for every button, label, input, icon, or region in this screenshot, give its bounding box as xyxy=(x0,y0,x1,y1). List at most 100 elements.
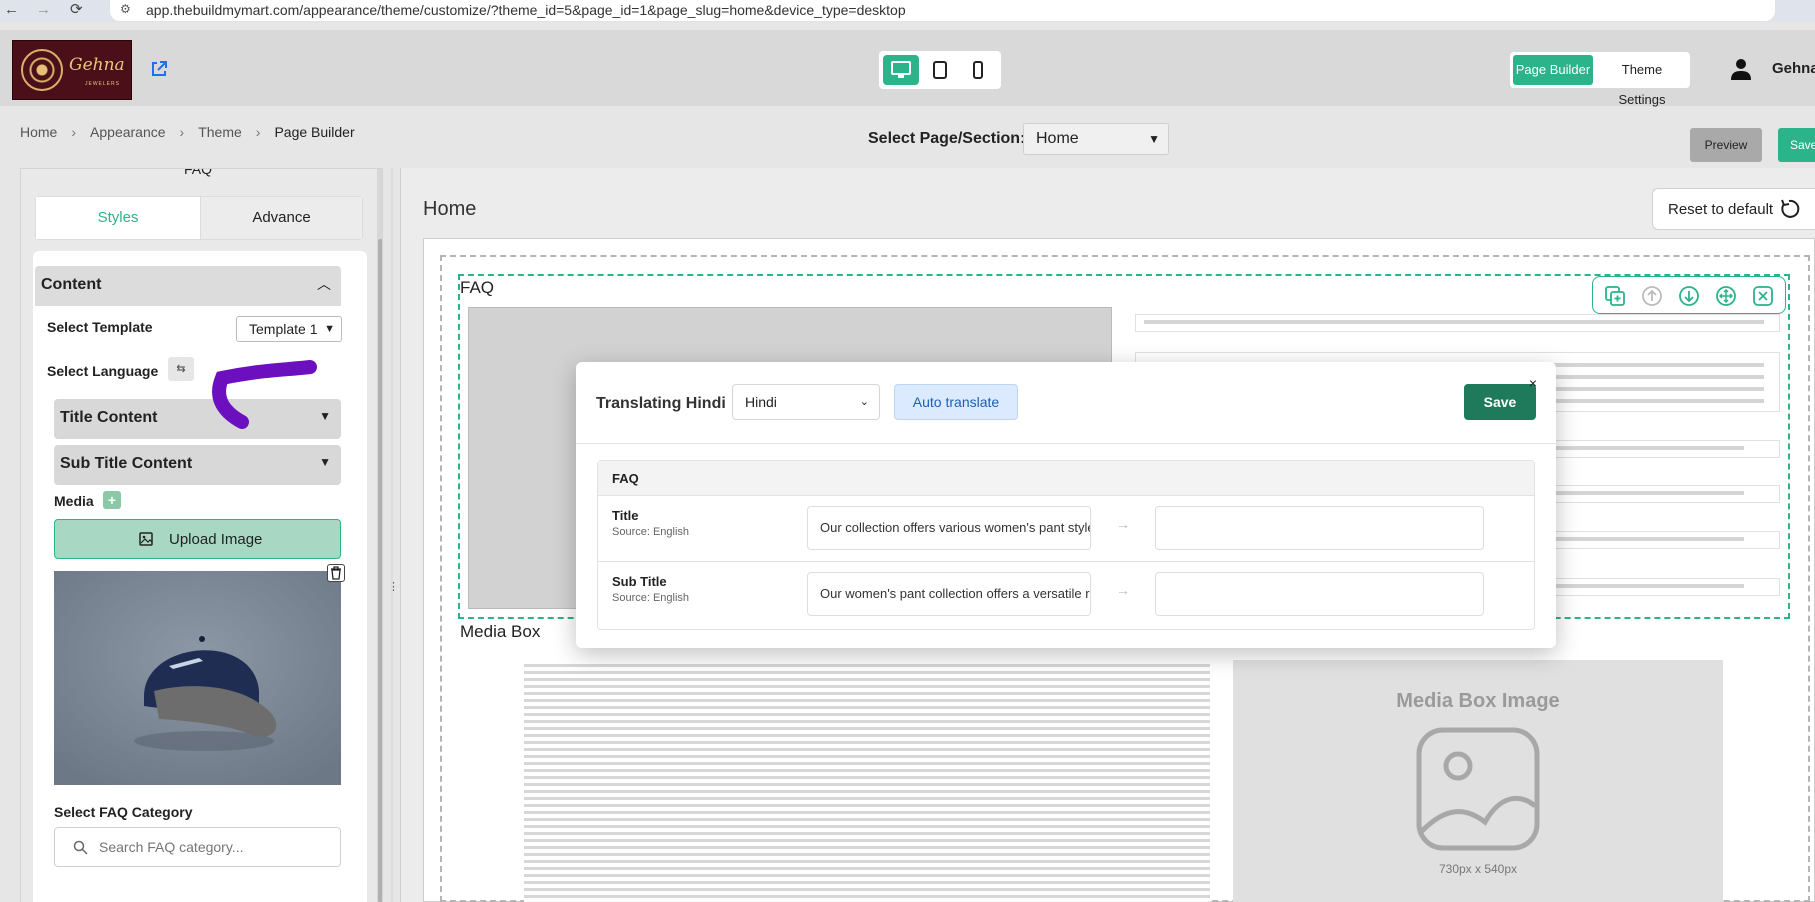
panel-tabs: Styles Advance xyxy=(35,196,363,240)
section-toolbar xyxy=(1592,276,1786,314)
user-icon[interactable] xyxy=(1730,58,1752,80)
tab-styles[interactable]: Styles xyxy=(36,197,200,239)
search-icon xyxy=(73,840,88,855)
url-text: app.thebuildmymart.com/appearance/theme/… xyxy=(146,2,906,18)
mobile-view-button[interactable] xyxy=(960,55,996,85)
breadcrumb-home[interactable]: Home xyxy=(20,124,57,140)
panel-section-title: FAQ xyxy=(184,168,213,177)
title-content-label: Title Content xyxy=(60,409,158,426)
arrow-right-icon: → xyxy=(1116,516,1130,532)
annotation-arrow-mark xyxy=(212,360,317,429)
media-box-section-label: Media Box xyxy=(460,622,541,641)
reset-label: Reset to default xyxy=(1668,201,1774,218)
faq-category-search-input[interactable] xyxy=(97,836,327,858)
upload-image-label: Upload Image xyxy=(169,531,263,548)
duplicate-icon[interactable] xyxy=(1603,284,1627,308)
logo-mandala-icon xyxy=(21,49,63,91)
translation-row: Sub Title Source: English Our women's pa… xyxy=(598,561,1534,627)
field-name: Title xyxy=(612,508,639,523)
faq-category-label: Select FAQ Category xyxy=(54,804,193,820)
chevron-right-icon: › xyxy=(71,124,77,140)
select-language-label: Select Language xyxy=(47,363,159,379)
breadcrumb-theme[interactable]: Theme xyxy=(198,124,242,140)
remove-icon[interactable] xyxy=(1751,284,1775,308)
settings-panel: FAQ Styles Advance Content ︿ Select Temp… xyxy=(20,168,383,902)
site-settings-icon[interactable]: ⚙ xyxy=(120,2,131,16)
translation-row: Title Source: English Our collection off… xyxy=(598,495,1534,561)
media-box-image-title: Media Box Image xyxy=(1396,690,1560,712)
panel-scrollbar[interactable] xyxy=(377,169,382,902)
scrollbar-thumb[interactable] xyxy=(378,239,382,902)
auto-translate-button[interactable]: Auto translate xyxy=(894,384,1018,420)
faq-category-search[interactable] xyxy=(54,827,341,867)
external-link-icon[interactable] xyxy=(150,60,168,78)
forward-icon[interactable]: → xyxy=(36,0,51,20)
template-select-value: Template 1 xyxy=(249,321,318,337)
translate-icon: ⇆ xyxy=(176,363,186,375)
save-button[interactable]: Save xyxy=(1778,128,1815,162)
logo-text: Gehna xyxy=(69,55,125,75)
translation-modal: Translating Hindi Hindi ⌄ Auto translate… xyxy=(576,362,1556,648)
tab-theme-settings[interactable]: Theme Settings xyxy=(1598,55,1686,107)
chevron-down-icon: ▼ xyxy=(319,409,331,423)
translation-table: FAQ Title Source: English Our collection… xyxy=(597,460,1535,630)
reset-to-default-button[interactable]: Reset to default xyxy=(1652,188,1815,230)
builder-mode-tabs: Page Builder Theme Settings xyxy=(1510,52,1690,107)
brand-logo[interactable]: Gehna JEWELERS xyxy=(12,40,132,100)
group-header-label: FAQ xyxy=(612,471,639,486)
faq-item-placeholder xyxy=(1135,314,1780,332)
breadcrumb-page-builder: Page Builder xyxy=(274,124,355,140)
image-placeholder-icon xyxy=(1416,727,1540,851)
chevron-right-icon: › xyxy=(179,124,185,140)
faq-section-label: FAQ xyxy=(460,278,495,297)
desktop-view-button[interactable] xyxy=(883,55,919,85)
content-accordion-header[interactable]: Content ︿ xyxy=(35,266,341,306)
media-label: Media xyxy=(54,493,94,509)
desktop-icon xyxy=(891,61,911,78)
translation-group-header: FAQ xyxy=(598,461,1534,495)
preview-button[interactable]: Preview xyxy=(1690,128,1762,162)
chevron-down-icon: ▼ xyxy=(319,455,331,469)
media-box-image-placeholder: Media Box Image 730px x 540px xyxy=(1233,660,1723,902)
content-header-label: Content xyxy=(41,276,102,293)
translation-input[interactable] xyxy=(1156,573,1483,615)
delete-image-icon[interactable] xyxy=(327,564,345,582)
resize-grip-icon[interactable]: ⋮ xyxy=(388,580,399,593)
add-media-icon[interactable]: + xyxy=(103,491,121,509)
language-select[interactable]: Hindi ⌄ xyxy=(732,384,880,420)
sub-title-content-accordion[interactable]: Sub Title Content ▼ xyxy=(54,445,341,485)
back-icon[interactable]: ← xyxy=(4,0,19,20)
upload-image-button[interactable]: Upload Image xyxy=(54,519,341,559)
arrow-right-icon: → xyxy=(1116,582,1130,598)
reload-icon[interactable]: ⟳ xyxy=(70,0,83,20)
tab-page-builder[interactable]: Page Builder xyxy=(1513,55,1593,85)
page-select-label: Select Page/Section: xyxy=(868,130,1026,147)
source-text-field[interactable]: Our collection offers various women's pa… xyxy=(807,506,1091,550)
image-icon xyxy=(139,532,153,546)
translate-button[interactable]: ⇆ xyxy=(168,357,194,381)
page-select[interactable]: Home ▼ xyxy=(1023,123,1169,155)
translation-input[interactable] xyxy=(1156,507,1483,549)
mobile-icon xyxy=(973,61,983,79)
close-icon[interactable]: × xyxy=(1526,376,1540,390)
panel-splitter[interactable] xyxy=(391,168,393,902)
user-name[interactable]: Gehna xyxy=(1772,60,1815,77)
modal-divider xyxy=(576,443,1556,444)
breadcrumb: Home › Appearance › Theme › Page Builder xyxy=(20,124,355,140)
source-text-field[interactable]: Our women's pant collection offers a ver… xyxy=(807,572,1091,616)
translation-field[interactable] xyxy=(1155,506,1484,550)
move-up-icon[interactable] xyxy=(1640,284,1664,308)
translation-field[interactable] xyxy=(1155,572,1484,616)
media-box-image-size: 730px x 540px xyxy=(1438,862,1518,876)
tablet-view-button[interactable] xyxy=(922,55,958,85)
chevron-down-icon: ▼ xyxy=(1148,132,1160,146)
field-source: Source: English xyxy=(612,526,690,538)
move-down-icon[interactable] xyxy=(1677,284,1701,308)
template-select[interactable]: Template 1 ▼ xyxy=(236,316,342,342)
chevron-up-icon: ︿ xyxy=(317,276,331,292)
field-name: Sub Title xyxy=(612,574,667,589)
tab-advance[interactable]: Advance xyxy=(200,197,362,239)
drag-icon[interactable] xyxy=(1714,284,1738,308)
chevron-down-icon: ⌄ xyxy=(859,396,869,408)
breadcrumb-appearance[interactable]: Appearance xyxy=(90,124,166,140)
